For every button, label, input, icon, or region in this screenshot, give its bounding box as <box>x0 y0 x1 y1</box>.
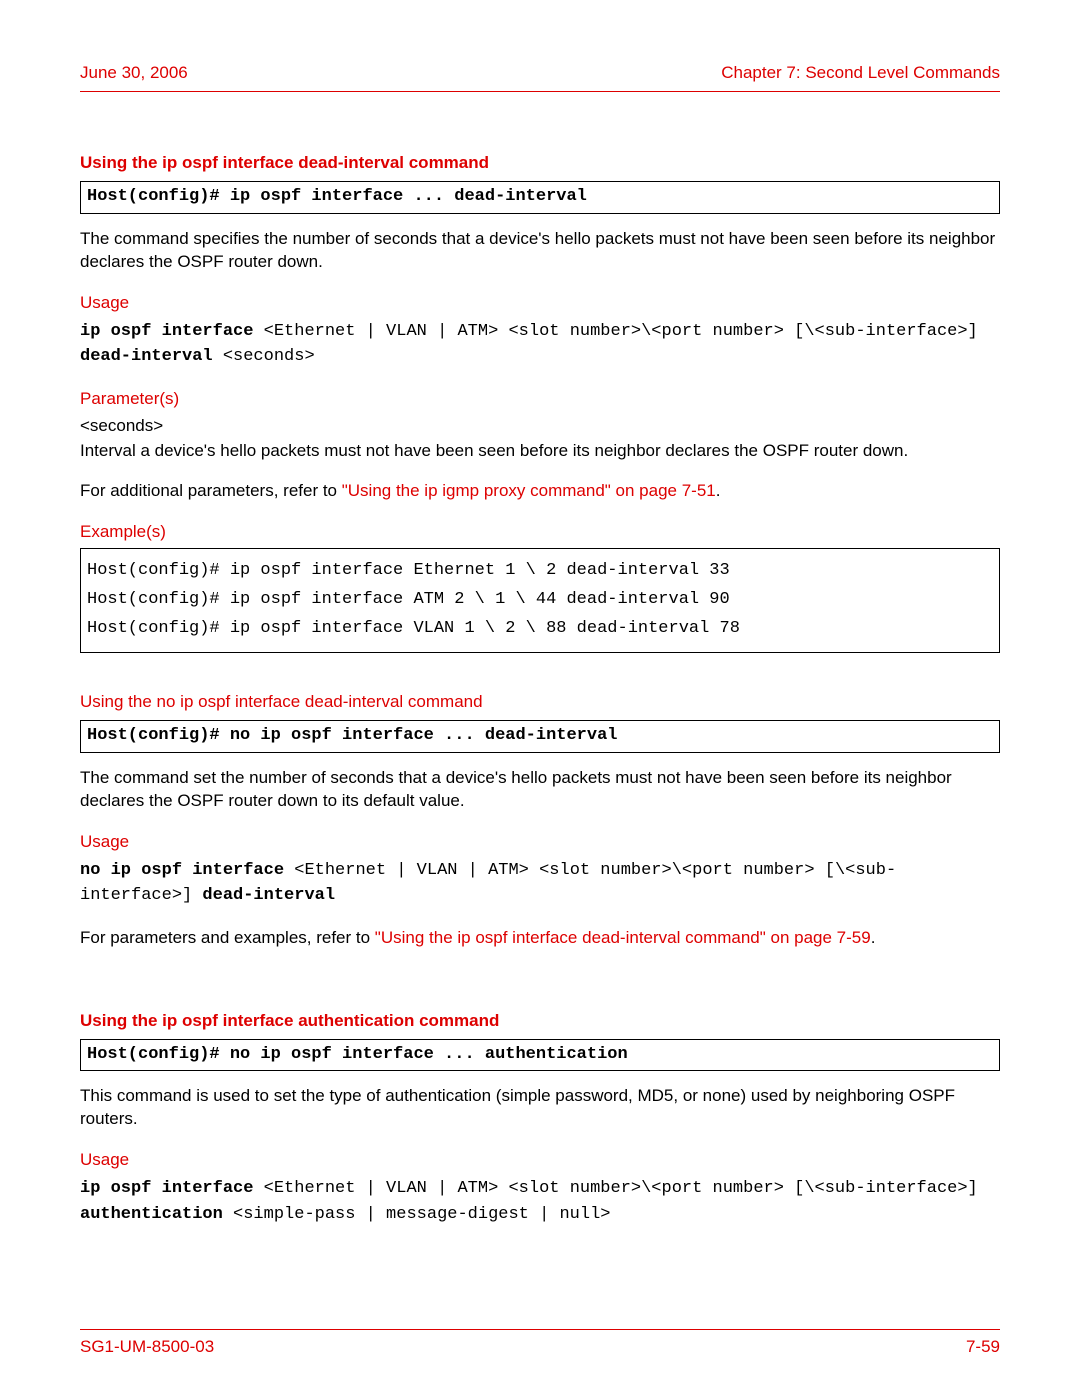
section1-reference: For additional parameters, refer to "Usi… <box>80 480 1000 503</box>
param-seconds-name: <seconds> <box>80 415 1000 438</box>
section3-description: This command is used to set the type of … <box>80 1085 1000 1131</box>
footer-doc-id: SG1-UM-8500-03 <box>80 1336 214 1359</box>
parameters-label: Parameter(s) <box>80 388 1000 411</box>
section3-usage-syntax: ip ospf interface <Ethernet | VLAN | ATM… <box>80 1176 1000 1227</box>
param-seconds-desc: Interval a device's hello packets must n… <box>80 440 1000 463</box>
header-chapter: Chapter 7: Second Level Commands <box>721 62 1000 85</box>
section2-description: The command set the number of seconds th… <box>80 767 1000 813</box>
footer-page-number: 7-59 <box>966 1336 1000 1359</box>
section3-title: Using the ip ospf interface authenticati… <box>80 1010 1000 1033</box>
header-date: June 30, 2006 <box>80 62 188 85</box>
section1-description: The command specifies the number of seco… <box>80 228 1000 274</box>
section2-title: Using the no ip ospf interface dead-inte… <box>80 691 1000 714</box>
link-dead-interval[interactable]: "Using the ip ospf interface dead-interv… <box>375 928 871 947</box>
section1-title: Using the ip ospf interface dead-interva… <box>80 152 1000 175</box>
section1-usage-syntax: ip ospf interface <Ethernet | VLAN | ATM… <box>80 319 1000 370</box>
page-footer: SG1-UM-8500-03 7-59 <box>80 1329 1000 1359</box>
usage-label: Usage <box>80 292 1000 315</box>
usage-label-2: Usage <box>80 831 1000 854</box>
examples-label: Example(s) <box>80 521 1000 544</box>
page-header: June 30, 2006 Chapter 7: Second Level Co… <box>80 62 1000 92</box>
section2-reference: For parameters and examples, refer to "U… <box>80 927 1000 950</box>
link-igmp-proxy[interactable]: "Using the ip igmp proxy command" on pag… <box>342 481 716 500</box>
section2-usage-syntax: no ip ospf interface <Ethernet | VLAN | … <box>80 858 1000 909</box>
section1-examples-box: Host(config)# ip ospf interface Ethernet… <box>80 548 1000 653</box>
section1-command-box: Host(config)# ip ospf interface ... dead… <box>80 181 1000 214</box>
section2-command-box: Host(config)# no ip ospf interface ... d… <box>80 720 1000 753</box>
section3-command-box: Host(config)# no ip ospf interface ... a… <box>80 1039 1000 1072</box>
usage-label-3: Usage <box>80 1149 1000 1172</box>
